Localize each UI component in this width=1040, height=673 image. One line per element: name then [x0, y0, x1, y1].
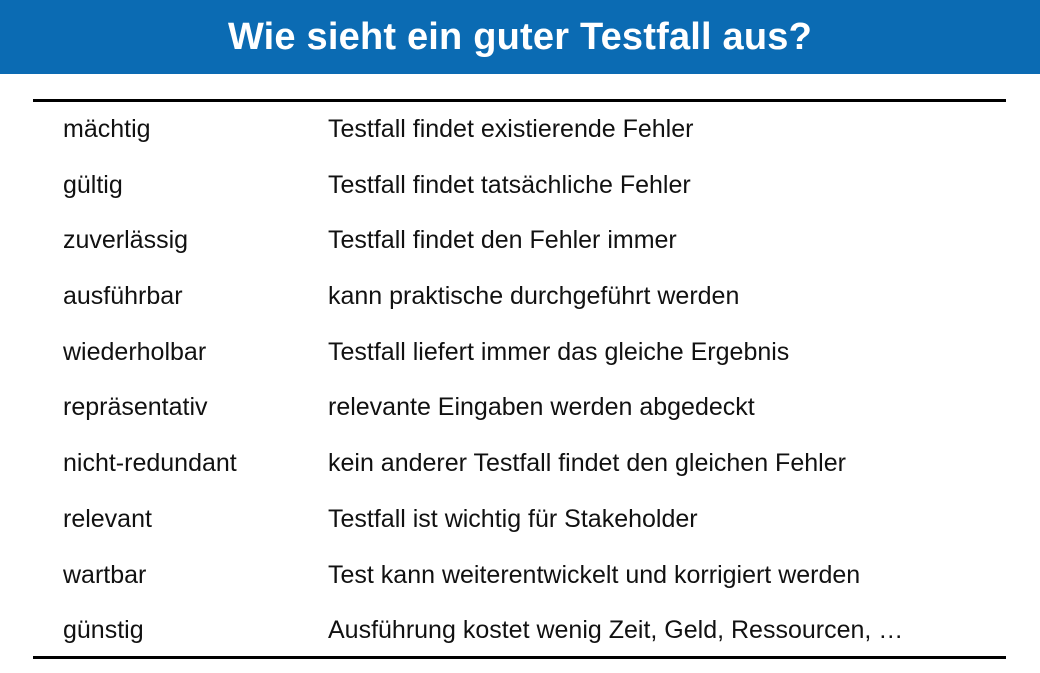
- term-cell: ausführbar: [63, 282, 183, 311]
- table-row: ausführbar kann praktische durchgeführt …: [33, 269, 1006, 325]
- table-row: wiederholbar Testfall liefert immer das …: [33, 325, 1006, 381]
- table-row: repräsentativ relevante Eingaben werden …: [33, 380, 1006, 436]
- term-cell: relevant: [63, 504, 152, 533]
- description-cell: kein anderer Testfall findet den gleiche…: [328, 449, 846, 478]
- table-bottom-rule: [33, 656, 1006, 659]
- slide-title: Wie sieht ein guter Testfall aus?: [227, 16, 813, 58]
- description-cell: Testfall ist wichtig für Stakeholder: [328, 504, 698, 533]
- description-cell: relevante Eingaben werden abgedeckt: [328, 393, 755, 422]
- term-cell: nicht-redundant: [63, 449, 237, 478]
- table-row: gültig Testfall findet tatsächliche Fehl…: [33, 158, 1006, 214]
- title-banner: Wie sieht ein guter Testfall aus?: [0, 0, 1040, 74]
- description-cell: Testfall findet tatsächliche Fehler: [328, 170, 691, 199]
- term-cell: wiederholbar: [63, 337, 207, 366]
- term-cell: zuverlässig: [63, 226, 189, 255]
- table-row: nicht-redundant kein anderer Testfall fi…: [33, 436, 1006, 492]
- term-cell: mächtig: [63, 115, 151, 143]
- description-cell: Testfall findet den Fehler immer: [328, 226, 677, 255]
- term-cell: wartbar: [63, 560, 147, 589]
- table-row: zuverlässig Testfall findet den Fehler i…: [33, 213, 1006, 269]
- description-cell: Testfall liefert immer das gleiche Ergeb…: [328, 337, 790, 366]
- description-cell: Testfall findet existierende Fehler: [328, 115, 694, 143]
- table-row: relevant Testfall ist wichtig für Stakeh…: [33, 492, 1006, 548]
- description-cell: Test kann weiterentwickelt und korrigier…: [328, 560, 861, 589]
- table-row: mächtig Testfall findet existierende Feh…: [33, 102, 1006, 158]
- description-cell: kann praktische durchgeführt werden: [328, 282, 740, 311]
- term-cell: günstig: [63, 616, 144, 645]
- table-row: günstig Ausführung kostet wenig Zeit, Ge…: [33, 603, 1006, 659]
- table-row: wartbar Test kann weiterentwickelt und k…: [33, 548, 1006, 604]
- term-cell: gültig: [63, 170, 123, 199]
- description-cell: Ausführung kostet wenig Zeit, Geld, Ress…: [328, 616, 904, 645]
- term-cell: repräsentativ: [63, 393, 208, 422]
- criteria-table: mächtig Testfall findet existierende Feh…: [33, 102, 1006, 659]
